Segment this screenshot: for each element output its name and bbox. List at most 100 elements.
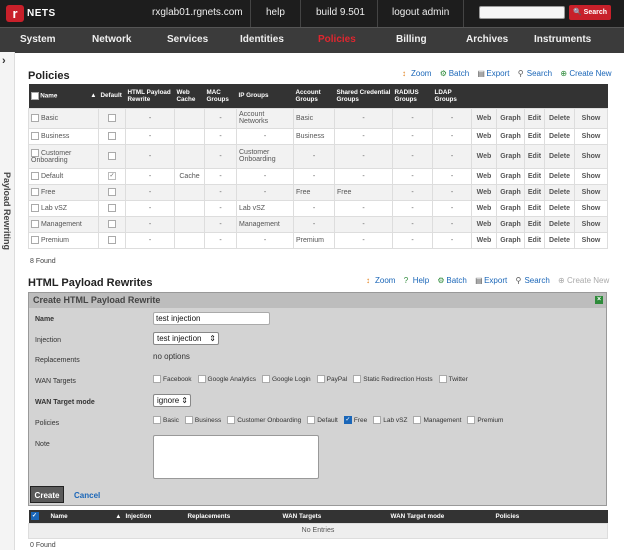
row-action-graph-link[interactable]: Graph [496, 231, 525, 249]
row-action-edit-link[interactable]: Edit [524, 215, 545, 233]
logout-link[interactable]: logout admin [392, 0, 449, 27]
wan-target-mode-select[interactable]: ignore ⇕ [153, 394, 191, 407]
select-all-checkbox-cell[interactable]: ✓ [28, 510, 49, 523]
nav-archives[interactable]: Archives [466, 28, 508, 53]
nav-identities[interactable]: Identities [240, 28, 284, 53]
create-new-button[interactable]: ⊕ Create New [558, 276, 609, 285]
row-action-graph-link[interactable]: Graph [496, 127, 525, 145]
row-action-web-link[interactable]: Web [471, 143, 497, 169]
table-row[interactable]: Free - - - Free Free - - Web Graph Edit Delete Show [28, 183, 609, 201]
table-row[interactable]: Customer Onboarding - - Customer Onboarding… [28, 143, 609, 169]
policy-checkbox[interactable] [373, 416, 382, 424]
policy-option[interactable]: Management [413, 416, 461, 424]
column-header-radius-groups[interactable]: RADIUS Groups [392, 84, 433, 108]
wan-target-option[interactable]: Twitter [438, 375, 468, 383]
wan-target-option[interactable]: Static Redirection Hosts [353, 375, 433, 383]
policy-checkbox[interactable] [184, 416, 193, 424]
table-row[interactable]: Basic - - Account Networks Basic - - - Web Graph E… [28, 107, 609, 129]
policy-option[interactable]: Customer Onboarding [227, 416, 301, 424]
nav-policies[interactable]: Policies [318, 28, 356, 53]
row-action-show-link[interactable]: Show [573, 215, 609, 233]
row-action-web-link[interactable]: Web [471, 199, 497, 217]
row-action-graph-link[interactable]: Graph [496, 215, 525, 233]
row-action-delete-link[interactable]: Delete [544, 199, 575, 217]
row-action-delete-link[interactable]: Delete [544, 183, 575, 201]
note-textarea[interactable] [153, 435, 319, 479]
row-action-graph-link[interactable]: Graph [496, 167, 525, 185]
row-action-graph-link[interactable]: Graph [496, 183, 525, 201]
row-action-delete-link[interactable]: Delete [544, 127, 575, 145]
search-button[interactable]: ⚲ Search [518, 69, 552, 78]
row-checkbox[interactable] [31, 172, 39, 180]
row-checkbox[interactable] [31, 148, 39, 157]
wan-target-checkbox[interactable] [438, 375, 447, 383]
table-row[interactable]: Business - - - Business - - - Web Graph Edit Delete… [28, 127, 609, 145]
cell-ip-groups[interactable]: Lab vSZ [236, 199, 294, 217]
row-action-web-link[interactable]: Web [471, 127, 497, 145]
policy-option[interactable]: Business [184, 416, 221, 424]
row-action-edit-link[interactable]: Edit [524, 127, 545, 145]
cell-ip-groups[interactable]: Account Networks [236, 107, 294, 129]
row-checkbox[interactable] [31, 220, 39, 228]
policy-checkbox[interactable]: ✓ [343, 416, 352, 424]
column-header-replacements[interactable]: Replacements [185, 510, 281, 523]
cell-ip-groups[interactable]: Management [236, 215, 294, 233]
search-button[interactable]: ⚲ Search [515, 276, 549, 285]
export-button[interactable]: ▤Export [477, 69, 509, 78]
row-action-delete-link[interactable]: Delete [544, 231, 575, 249]
row-action-edit-link[interactable]: Edit [524, 199, 545, 217]
table-row[interactable]: Default ✓ - Cache - - - - - - Web Graph Edit Delete Sh… [28, 167, 609, 185]
create-button[interactable]: Create [30, 486, 64, 503]
column-header-policies[interactable]: Policies [493, 510, 608, 523]
column-header-ip-groups[interactable]: IP Groups [236, 84, 294, 108]
global-search-button[interactable]: 🔍 Search [569, 5, 611, 20]
column-header-default[interactable]: Default [98, 84, 126, 108]
policy-checkbox[interactable] [467, 416, 476, 424]
row-action-show-link[interactable]: Show [573, 167, 609, 185]
row-action-show-link[interactable]: Show [573, 199, 609, 217]
row-checkbox[interactable] [31, 114, 39, 122]
injection-select[interactable]: test injection ⇕ [153, 332, 219, 345]
wan-target-option[interactable]: Google Login [261, 375, 311, 383]
row-action-edit-link[interactable]: Edit [524, 107, 545, 129]
chevron-right-icon[interactable]: › [2, 55, 6, 67]
row-action-show-link[interactable]: Show [573, 143, 609, 169]
column-header-wan-target-mode[interactable]: WAN Target mode [388, 510, 494, 523]
name-field[interactable]: test injection [153, 312, 270, 325]
row-action-delete-link[interactable]: Delete [544, 107, 575, 129]
row-action-delete-link[interactable]: Delete [544, 143, 575, 169]
cell-account-groups[interactable]: Free [293, 183, 335, 201]
row-action-edit-link[interactable]: Edit [524, 143, 545, 169]
cell-account-groups[interactable]: Business [293, 127, 335, 145]
row-action-edit-link[interactable]: Edit [524, 167, 545, 185]
row-checkbox[interactable] [31, 132, 39, 140]
policy-checkbox[interactable] [307, 416, 316, 424]
policy-option[interactable]: ✓ Free [343, 416, 367, 424]
batch-button[interactable]: ⚙ Batch [440, 69, 469, 78]
table-row[interactable]: Management - - Management - - - - Web Graph Edit De… [28, 215, 609, 233]
column-header-name[interactable]: Name ▲ [28, 84, 99, 108]
nav-instruments[interactable]: Instruments [534, 28, 591, 53]
row-checkbox[interactable] [31, 204, 39, 212]
zoom-button[interactable]: ↕ Zoom [402, 69, 431, 78]
row-action-graph-link[interactable]: Graph [496, 143, 525, 169]
policy-option[interactable]: Default [307, 416, 338, 424]
select-all-checkbox[interactable] [30, 91, 39, 100]
cancel-button[interactable]: Cancel [74, 491, 100, 500]
column-header-ldap-groups[interactable]: LDAP Groups [432, 84, 472, 108]
select-all-checkbox[interactable]: ✓ [30, 512, 39, 521]
global-search-input[interactable] [479, 6, 565, 19]
policy-option[interactable]: Premium [467, 416, 503, 424]
nav-services[interactable]: Services [167, 28, 208, 53]
help-button[interactable]: ? Help [404, 276, 429, 285]
row-action-edit-link[interactable]: Edit [524, 231, 545, 249]
wan-target-checkbox[interactable] [261, 375, 270, 383]
policy-checkbox[interactable] [227, 416, 236, 424]
wan-target-option[interactable]: Google Analytics [197, 375, 256, 383]
row-action-web-link[interactable]: Web [471, 183, 497, 201]
policy-checkbox[interactable] [413, 416, 422, 424]
wan-target-checkbox[interactable] [353, 375, 362, 383]
column-header-shared-credential-groups[interactable]: Shared Credential Groups [334, 84, 393, 108]
cell-shared-credential-groups[interactable]: Free [334, 183, 393, 201]
wan-target-checkbox[interactable] [316, 375, 325, 383]
